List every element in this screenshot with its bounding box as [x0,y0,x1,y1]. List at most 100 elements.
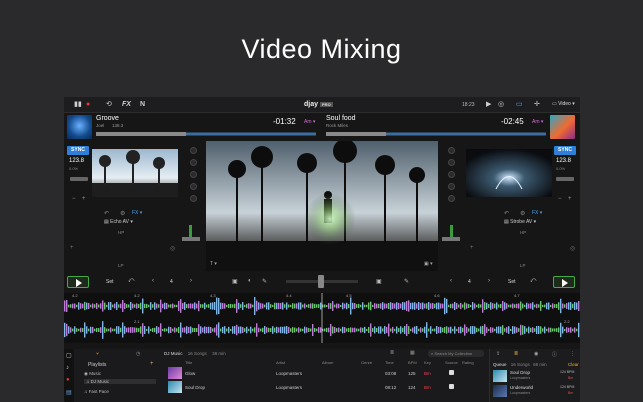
right-loop-icon[interactable]: ⤺ [530,278,536,285]
column-time[interactable]: Time [385,360,394,365]
left-pencil-icon[interactable]: ✎ [262,278,267,285]
left-key[interactable]: Am ▾ [304,119,315,125]
right-set-cue-button[interactable]: Set [508,279,516,285]
left-cue-icon[interactable]: ▣ [232,278,238,285]
playlist-filter-icon[interactable]: ⑂ [96,351,99,357]
right-key[interactable]: Am ▾ [532,119,543,125]
left-play-button[interactable] [67,276,89,288]
scrolling-waveforms[interactable]: 4.2 4.2 4.3 4.4 4.5 4.6 4.7 2.1 2.2 [64,293,580,343]
sidebar-item-label: DJ Music [90,379,110,384]
left-sync-button[interactable]: SYNC [67,146,89,155]
mixer-bars-icon[interactable]: ▮▮ [74,101,82,109]
right-high-knob[interactable] [448,159,455,166]
play-icon[interactable]: ▶ [486,101,491,109]
right-fx-button[interactable]: FX ▾ [532,210,542,216]
queue-info-icon[interactable]: ⓘ [552,351,557,358]
queue-add-icon[interactable]: ⇪ [496,351,500,357]
main-video-output [206,141,438,271]
left-set-cue-button[interactable]: Set [106,279,114,285]
right-volume-fader[interactable] [442,237,460,241]
add-playlist-icon[interactable]: + [150,361,154,367]
list-view-icon[interactable]: ≣ [390,350,394,356]
right-mid-knob[interactable] [448,171,455,178]
left-effect-select[interactable]: ▤ Echo AV ▾ [104,219,133,225]
files-icon[interactable]: ▤ [66,389,72,396]
music-icon[interactable]: ♪ [66,365,69,371]
right-cue-icon[interactable]: ▣ [376,278,382,285]
left-pitch-slider[interactable] [70,177,88,181]
column-genre[interactable]: Genre [361,360,372,365]
left-high-knob[interactable] [190,159,197,166]
left-fx-button[interactable]: FX ▾ [132,210,142,216]
right-target-icon[interactable]: ◎ [570,245,575,252]
video-layout-icon[interactable]: ▭ [516,101,523,109]
right-pitch-plus[interactable]: + [568,196,572,202]
sidebar-item-music[interactable]: ◉ Music [84,371,101,377]
right-loop-decrease[interactable]: ‹ [450,278,452,284]
left-undo-icon[interactable]: ↶ [104,210,109,217]
right-pitch-slider[interactable] [556,177,574,181]
column-key[interactable]: Key [424,360,431,365]
fx-toggle[interactable]: FX [122,101,131,109]
right-low-knob[interactable] [448,183,455,190]
search-input[interactable]: ⌕ Search My Collection [428,350,484,357]
cross-icon[interactable]: ✛ [534,101,540,109]
queue-eye-icon[interactable]: ◉ [534,351,538,357]
queue-clear-button[interactable]: Clear [568,362,579,367]
screen-icon[interactable]: ▢ [66,352,72,359]
right-add-icon[interactable]: + [470,245,474,251]
loop-icon[interactable]: ⟲ [106,101,112,109]
right-pencil-icon[interactable]: ✎ [404,278,409,285]
left-gain-knob[interactable] [190,147,197,154]
queue-more-icon[interactable]: ⋮ [570,351,575,357]
sidebar-item-fast-pace[interactable]: ♫ Fast Pace [84,389,109,394]
left-target-icon[interactable]: ◎ [170,245,175,252]
right-overview-waveform[interactable] [326,131,546,137]
video-image-icon[interactable]: ▣ ▾ [424,261,433,267]
left-volume-fader[interactable] [182,237,200,241]
right-loop-increase[interactable]: › [488,278,490,284]
column-source[interactable]: Source [445,360,458,365]
left-loop-decrease[interactable]: ‹ [152,278,154,284]
record-icon[interactable]: ● [86,101,90,109]
column-rating[interactable]: Rating [462,360,474,365]
queue-item-artist: Loopmasters [510,391,531,395]
right-effect-select[interactable]: ▤ Strobe AV ▾ [504,219,536,225]
right-filter-knob[interactable] [448,195,455,202]
row-artist: Loopmasters [276,371,303,376]
grid-view-icon[interactable]: ▦ [410,350,415,356]
sidebar-item-dj-music[interactable]: ♫ DJ Music [84,379,156,384]
right-sync-button[interactable]: SYNC [554,146,576,155]
left-pitch-minus[interactable]: − [72,196,76,202]
left-mid-knob[interactable] [190,171,197,178]
right-undo-icon[interactable]: ↶ [504,210,509,217]
video-select[interactable]: ▭ Video ▾ [552,101,575,107]
right-hp-label: HP [520,230,527,235]
left-pitch-plus[interactable]: + [82,196,86,202]
left-track-artist: Joel [96,123,105,128]
speed-icon[interactable]: ◎ [498,101,504,109]
left-loop-increase[interactable]: › [190,278,192,284]
column-artist[interactable]: Artist [276,360,285,365]
column-album[interactable]: Album [322,360,333,365]
left-filter-knob[interactable] [190,195,197,202]
right-gain-knob[interactable] [448,147,455,154]
right-pitch-minus[interactable]: − [558,196,562,202]
history-icon[interactable]: ◷ [136,351,140,357]
left-settings-icon[interactable]: ⚙ [120,210,125,217]
crossfader-handle[interactable] [318,275,324,288]
right-settings-icon[interactable]: ⚙ [520,210,525,217]
streaming-icon[interactable]: ● [66,377,70,383]
left-add-icon[interactable]: + [70,245,74,251]
left-overview-waveform[interactable] [96,131,316,137]
column-bpm[interactable]: BPM [408,360,417,365]
right-play-button[interactable] [553,276,575,288]
queue-filter-icon[interactable]: ≣ [514,351,518,357]
video-text-icon[interactable]: T ▾ [210,261,217,267]
n-toggle[interactable]: N [140,101,145,109]
right-level-meter [450,225,453,237]
left-loop-icon[interactable]: ⤺ [128,278,134,285]
left-headphone-icon[interactable]: ◐ [248,278,252,284]
left-low-knob[interactable] [190,183,197,190]
column-title[interactable]: Title [185,360,192,365]
